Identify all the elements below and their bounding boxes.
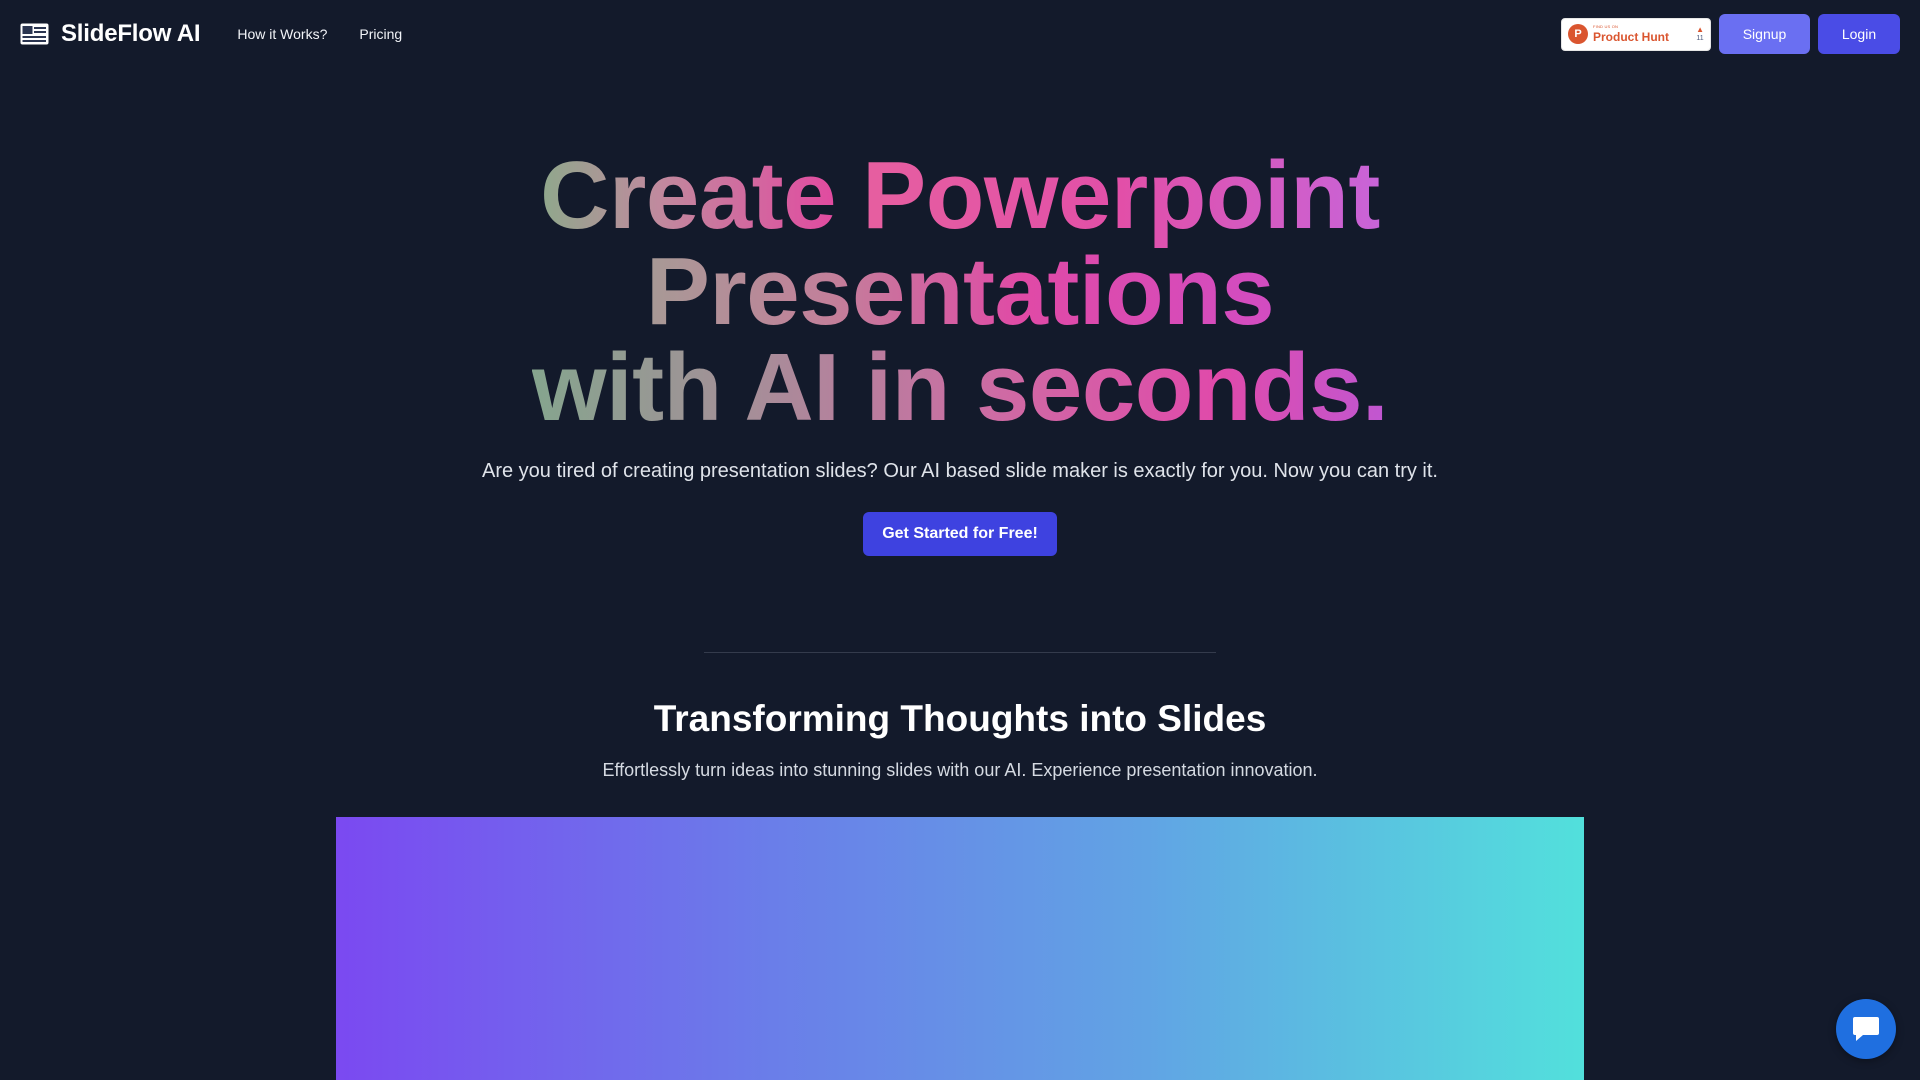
demo-showcase-panel xyxy=(336,817,1584,1080)
hero-word-presentations: Presentations xyxy=(645,238,1275,345)
hero-title-line-1: Create Powerpoint xyxy=(0,148,1920,244)
chat-widget-button[interactable] xyxy=(1836,999,1896,1059)
section-divider xyxy=(704,652,1216,653)
hero-title-line-2: Presentations xyxy=(0,244,1920,340)
slides-logo-icon xyxy=(20,23,49,45)
hero-word-powerpoint: Powerpoint xyxy=(862,142,1380,249)
product-hunt-small-label: FIND US ON xyxy=(1593,24,1619,29)
upvote-arrow-icon: ▲ xyxy=(1696,25,1704,34)
section-title: Transforming Thoughts into Slides xyxy=(653,698,1267,739)
product-hunt-logo-icon: P xyxy=(1568,24,1588,44)
hero-word-create: Create xyxy=(540,142,836,249)
login-button[interactable]: Login xyxy=(1818,14,1900,54)
vote-count: 11 xyxy=(1696,35,1704,42)
nav-actions: P FIND US ON Product Hunt ▲ 11 Signup Lo… xyxy=(1561,14,1900,54)
nav-link-pricing[interactable]: Pricing xyxy=(359,26,402,42)
product-hunt-name: Product Hunt xyxy=(1593,30,1669,44)
hero-words-with-ai: with AI in seconds. xyxy=(531,334,1389,441)
nav-link-how-it-works[interactable]: How it Works? xyxy=(237,26,327,42)
chat-bubble-icon xyxy=(1853,1017,1879,1041)
product-hunt-text: FIND US ON Product Hunt xyxy=(1593,24,1669,44)
product-hunt-votes: ▲ 11 xyxy=(1696,25,1704,43)
brand-name: SlideFlow AI xyxy=(61,20,201,47)
brand-home-link[interactable]: SlideFlow AI xyxy=(20,20,201,48)
signup-button[interactable]: Signup xyxy=(1719,14,1810,54)
nav-links: How it Works? Pricing xyxy=(237,26,434,42)
hero-title-line-3: with AI in seconds. xyxy=(0,340,1920,436)
product-hunt-badge[interactable]: P FIND US ON Product Hunt ▲ 11 xyxy=(1561,17,1711,51)
get-started-button[interactable]: Get Started for Free! xyxy=(863,512,1057,556)
top-navbar: SlideFlow AI How it Works? Pricing P FIN… xyxy=(0,0,1920,68)
section-subtitle: Effortlessly turn ideas into stunning sl… xyxy=(602,760,1318,780)
hero-subtitle: Are you tired of creating presentation s… xyxy=(481,460,1438,482)
hero-title: Create Powerpoint Presentations with AI … xyxy=(0,148,1920,436)
